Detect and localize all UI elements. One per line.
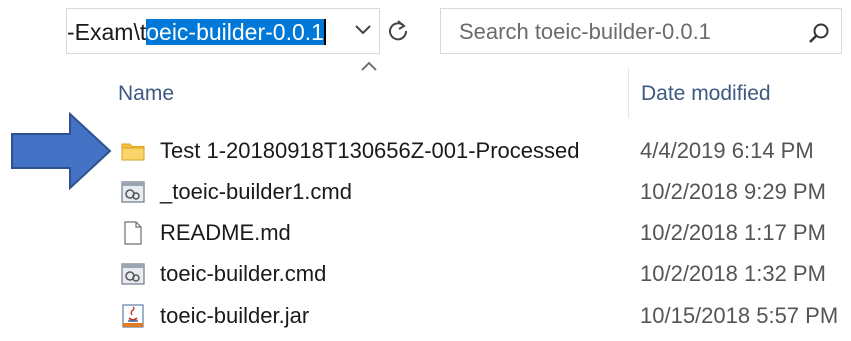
column-divider[interactable] <box>628 68 629 118</box>
annotation-arrow-icon <box>11 112 112 190</box>
file-date: 10/15/2018 5:57 PM <box>640 303 839 328</box>
text-file-icon <box>124 221 142 245</box>
address-path-selected: oeic-builder-0.0.1 <box>146 19 324 45</box>
search-input[interactable] <box>459 18 789 46</box>
chevron-down-icon <box>355 25 371 35</box>
file-date: 10/2/2018 9:29 PM <box>640 179 826 204</box>
address-dropdown-button[interactable] <box>349 16 377 44</box>
file-row[interactable]: README.md 10/2/2018 1:17 PM <box>108 213 851 253</box>
file-row[interactable]: Test 1-20180918T130656Z-001-Processed 4/… <box>108 131 851 171</box>
sort-ascending-icon <box>361 61 377 71</box>
search-button[interactable] <box>806 20 832 46</box>
file-name: _toeic-builder1.cmd <box>160 179 352 204</box>
file-row[interactable]: toeic-builder.jar 10/15/2018 5:57 PM <box>108 296 851 336</box>
column-header-date-modified[interactable]: Date modified <box>641 80 771 108</box>
jar-file-icon <box>122 304 144 328</box>
file-name: Test 1-20180918T130656Z-001-Processed <box>160 138 580 163</box>
refresh-icon <box>389 20 408 41</box>
file-name: toeic-builder.jar <box>160 303 310 328</box>
refresh-button[interactable] <box>381 12 415 48</box>
file-row[interactable]: _toeic-builder1.cmd 10/2/2018 9:29 PM <box>108 172 851 212</box>
file-explorer-window: -Exam\toeic-builder-0.0.1 Name Date modi… <box>0 0 851 341</box>
cmd-file-icon <box>121 181 145 203</box>
search-icon <box>809 23 829 43</box>
file-date: 10/2/2018 1:17 PM <box>640 220 826 245</box>
address-bar[interactable]: -Exam\toeic-builder-0.0.1 <box>66 8 380 54</box>
address-path-prefix: -Exam\t <box>67 19 147 45</box>
file-name: README.md <box>160 220 291 245</box>
file-row[interactable]: toeic-builder.cmd 10/2/2018 1:32 PM <box>108 254 851 294</box>
file-date: 10/2/2018 1:32 PM <box>640 261 826 286</box>
column-header-name[interactable]: Name <box>118 80 174 108</box>
address-path[interactable]: -Exam\toeic-builder-0.0.1 <box>67 18 326 46</box>
text-caret <box>323 19 326 45</box>
file-name: toeic-builder.cmd <box>160 261 327 286</box>
search-box[interactable] <box>440 8 842 54</box>
file-date: 4/4/2019 6:14 PM <box>640 138 814 163</box>
folder-icon <box>121 143 145 161</box>
cmd-file-icon <box>121 263 145 285</box>
